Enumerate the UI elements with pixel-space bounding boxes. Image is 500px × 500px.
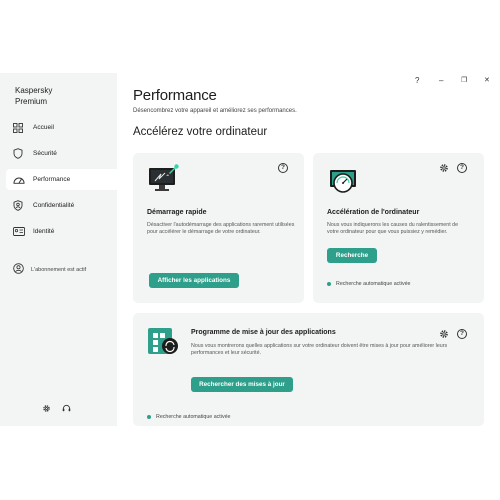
brand-line-2: Premium xyxy=(15,97,48,106)
subscription-status[interactable]: L'abonnement est actif xyxy=(13,261,86,279)
auto-scan-status: Recherche automatique activée xyxy=(327,281,411,287)
sidebar-item-label: Accueil xyxy=(33,124,54,131)
help-circle-icon[interactable]: ? xyxy=(278,163,288,173)
auto-scan-status: Recherche automatique activée xyxy=(147,414,231,420)
shield-icon xyxy=(13,147,33,161)
speedometer-icon xyxy=(13,173,33,187)
app-update-icon xyxy=(147,327,181,362)
sidebar-item-privacy[interactable]: Confidentialité xyxy=(6,195,117,216)
app-updates-card: ? Programme de mise à jour des applicati… xyxy=(133,313,484,426)
sidebar-footer xyxy=(42,400,71,418)
help-circle-icon[interactable]: ? xyxy=(457,329,467,339)
sidebar-item-label: Sécurité xyxy=(33,150,57,157)
card-actions: ? xyxy=(439,163,467,173)
sidebar-item-identity[interactable]: Identité xyxy=(6,221,117,242)
quick-start-card: ? Démarrage rapide Désactiver l'autodéma… xyxy=(133,153,304,303)
status-text: Recherche automatique activée xyxy=(156,414,231,420)
monitor-speedometer-icon xyxy=(329,169,359,202)
status-dot xyxy=(327,282,331,286)
card-actions: ? xyxy=(278,163,288,173)
card-actions: ? xyxy=(439,329,467,339)
account-icon xyxy=(13,261,24,279)
check-updates-button[interactable]: Rechercher des mises à jour xyxy=(191,377,293,392)
sidebar-item-home[interactable]: Accueil xyxy=(6,117,117,138)
sidebar-item-label: Performance xyxy=(33,176,71,183)
support-headset-icon[interactable] xyxy=(62,400,71,418)
settings-gear-icon[interactable] xyxy=(42,400,51,418)
scan-button[interactable]: Recherche xyxy=(327,248,377,263)
card-title: Démarrage rapide xyxy=(147,209,207,216)
acceleration-card: ? Accélération de l'ordinateur Nous vous… xyxy=(313,153,484,303)
sidebar-item-label: Confidentialité xyxy=(33,202,75,209)
sidebar-item-security[interactable]: Sécurité xyxy=(6,143,117,164)
card-description: Désactiver l'autodémarrage des applicati… xyxy=(147,222,295,236)
brand-name: Kaspersky Premium xyxy=(15,85,95,107)
app-window: Kaspersky Premium Accueil Sécurité Perfo… xyxy=(0,73,500,426)
sidebar-item-label: Identité xyxy=(33,228,55,235)
page-title: Performance xyxy=(133,87,217,104)
page-subtitle: Désencombrez votre appareil et améliorez… xyxy=(133,108,297,114)
gear-icon[interactable] xyxy=(439,329,449,339)
card-title: Programme de mise à jour des application… xyxy=(191,329,336,336)
main-content: Performance Désencombrez votre appareil … xyxy=(117,73,500,426)
status-dot xyxy=(147,415,151,419)
section-title: Accélérez votre ordinateur xyxy=(133,126,268,138)
sidebar: Kaspersky Premium Accueil Sécurité Perfo… xyxy=(0,73,117,426)
show-apps-button[interactable]: Afficher les applications xyxy=(149,273,239,288)
sidebar-item-performance[interactable]: Performance xyxy=(6,169,117,190)
home-grid-icon xyxy=(13,121,33,135)
card-title: Accélération de l'ordinateur xyxy=(327,209,420,216)
privacy-shield-icon xyxy=(13,199,33,213)
brand-line-1: Kaspersky xyxy=(15,86,53,95)
help-circle-icon[interactable]: ? xyxy=(457,163,467,173)
gear-icon[interactable] xyxy=(439,163,449,173)
subscription-status-text: L'abonnement est actif xyxy=(31,267,87,273)
id-card-icon xyxy=(13,225,33,239)
status-text: Recherche automatique activée xyxy=(336,281,411,287)
card-description: Nous vous indiquerons les causes du rale… xyxy=(327,222,459,236)
card-description: Nous vous montrerons quelles application… xyxy=(191,343,448,357)
monitor-rocket-icon xyxy=(147,163,181,198)
